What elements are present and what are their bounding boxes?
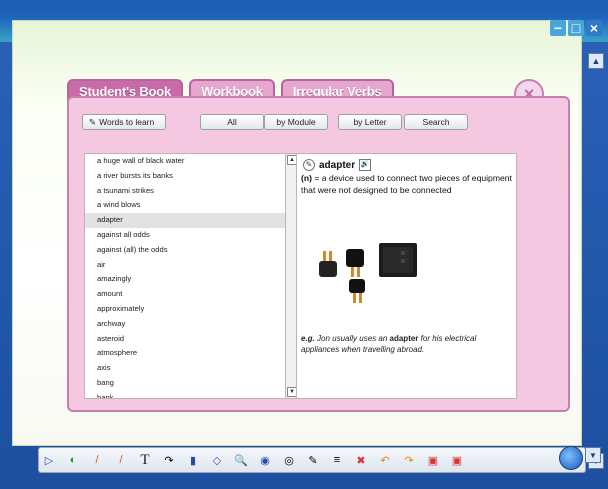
pen-icon[interactable]: / xyxy=(114,453,128,467)
list-item[interactable]: amount xyxy=(85,287,286,302)
reveal-icon[interactable]: ◎ xyxy=(282,453,296,467)
page-scrollbar[interactable]: ▲ ▼ xyxy=(586,50,604,470)
search-button[interactable]: Search xyxy=(404,114,468,130)
maximize-button[interactable]: □ xyxy=(568,20,584,36)
pencil-small-icon: ✎ xyxy=(89,116,97,127)
headword: adapter xyxy=(319,159,356,171)
bookmark2-icon[interactable]: ▣ xyxy=(450,453,464,467)
list-item[interactable]: a huge wall of black water xyxy=(85,154,286,169)
list-item[interactable]: a river bursts its banks xyxy=(85,169,286,184)
adapter-illustration xyxy=(319,243,417,303)
filter-all-button[interactable]: All xyxy=(200,114,264,130)
window-controls: − □ × xyxy=(550,20,602,36)
filter-by-module-button[interactable]: by Module xyxy=(264,114,328,130)
list-item[interactable]: against all odds xyxy=(85,228,286,243)
adapter-plug-2 xyxy=(346,249,364,277)
adapter-plug-1 xyxy=(319,251,337,277)
lasso-icon[interactable]: ◐ xyxy=(66,453,80,467)
list-item[interactable]: against (all) the odds xyxy=(85,243,286,258)
example-prefix: e.g. xyxy=(301,334,315,343)
list-item[interactable]: axis xyxy=(85,361,286,376)
curve-icon[interactable]: ↷ xyxy=(162,453,176,467)
clipboard-icon[interactable]: ✎ xyxy=(306,453,320,467)
edit-word-icon[interactable]: ✎ xyxy=(303,159,315,171)
list-item[interactable]: bang xyxy=(85,376,286,391)
adapter-plug-3 xyxy=(349,279,365,303)
adapter-box xyxy=(379,243,417,277)
pencil-icon[interactable]: / xyxy=(90,453,104,467)
speaker-icon[interactable]: 🔊 xyxy=(359,159,372,171)
bookmark-icon[interactable]: ▣ xyxy=(426,453,440,467)
list-item[interactable]: bank xyxy=(85,391,286,398)
bottom-scroll-arrow-icon[interactable]: ▼ xyxy=(585,447,601,463)
headword-row: ✎ adapter 🔊 xyxy=(303,159,372,171)
word-list[interactable]: a huge wall of black water a river burst… xyxy=(84,153,287,399)
zoom-icon[interactable]: 🔍 xyxy=(234,453,248,467)
filter-toolbar: ✎ Words to learn All by Module by Letter… xyxy=(82,114,468,130)
part-of-speech: (n) xyxy=(301,173,312,183)
text-tool-icon[interactable]: T xyxy=(138,452,152,468)
list-item[interactable]: approximately xyxy=(85,302,286,317)
bottom-tools: ▷ ◐ / / T ↷ ▮ ◇ 🔍 ◉ ◎ ✎ ≡ ✖ ↶ ↷ ▣ ▣ xyxy=(42,450,464,470)
list-item[interactable]: archway xyxy=(85,317,286,332)
example-sentence: e.g. Jon usually uses an adapter for his… xyxy=(301,333,513,355)
list-item[interactable]: asteroid xyxy=(85,332,286,347)
menu-icon[interactable]: ≡ xyxy=(330,453,344,467)
list-item[interactable]: amazingly xyxy=(85,272,286,287)
eraser-icon[interactable]: ◇ xyxy=(210,453,224,467)
delete-icon[interactable]: ✖ xyxy=(354,453,368,467)
close-window-button[interactable]: × xyxy=(586,20,602,36)
filter-by-letter-button[interactable]: by Letter xyxy=(338,114,402,130)
minimize-button[interactable]: − xyxy=(550,20,566,36)
undo-icon[interactable]: ↶ xyxy=(378,453,392,467)
example-pre: Jon usually uses an xyxy=(317,334,388,343)
spotlight-icon[interactable]: ◉ xyxy=(258,453,272,467)
list-item[interactable]: a wind blows xyxy=(85,198,286,213)
list-item-selected[interactable]: adapter xyxy=(85,213,286,228)
scroll-up-arrow-icon[interactable]: ▲ xyxy=(588,53,604,69)
fill-icon[interactable]: ▮ xyxy=(186,453,200,467)
play-triangle-icon[interactable]: ▷ xyxy=(42,453,56,467)
words-to-learn-button[interactable]: ✎ Words to learn xyxy=(82,114,166,130)
list-item[interactable]: a tsunami strikes xyxy=(85,184,286,199)
list-item[interactable]: air xyxy=(85,258,286,273)
list-item[interactable]: atmosphere xyxy=(85,346,286,361)
definition-body: = a device used to connect two pieces of… xyxy=(301,173,512,195)
word-list-items: a huge wall of black water a river burst… xyxy=(85,154,286,398)
redo-icon[interactable]: ↷ xyxy=(402,453,416,467)
globe-icon[interactable] xyxy=(559,446,583,470)
example-word: adapter xyxy=(389,334,419,343)
definition-text: (n) = a device used to connect two piece… xyxy=(301,173,513,196)
